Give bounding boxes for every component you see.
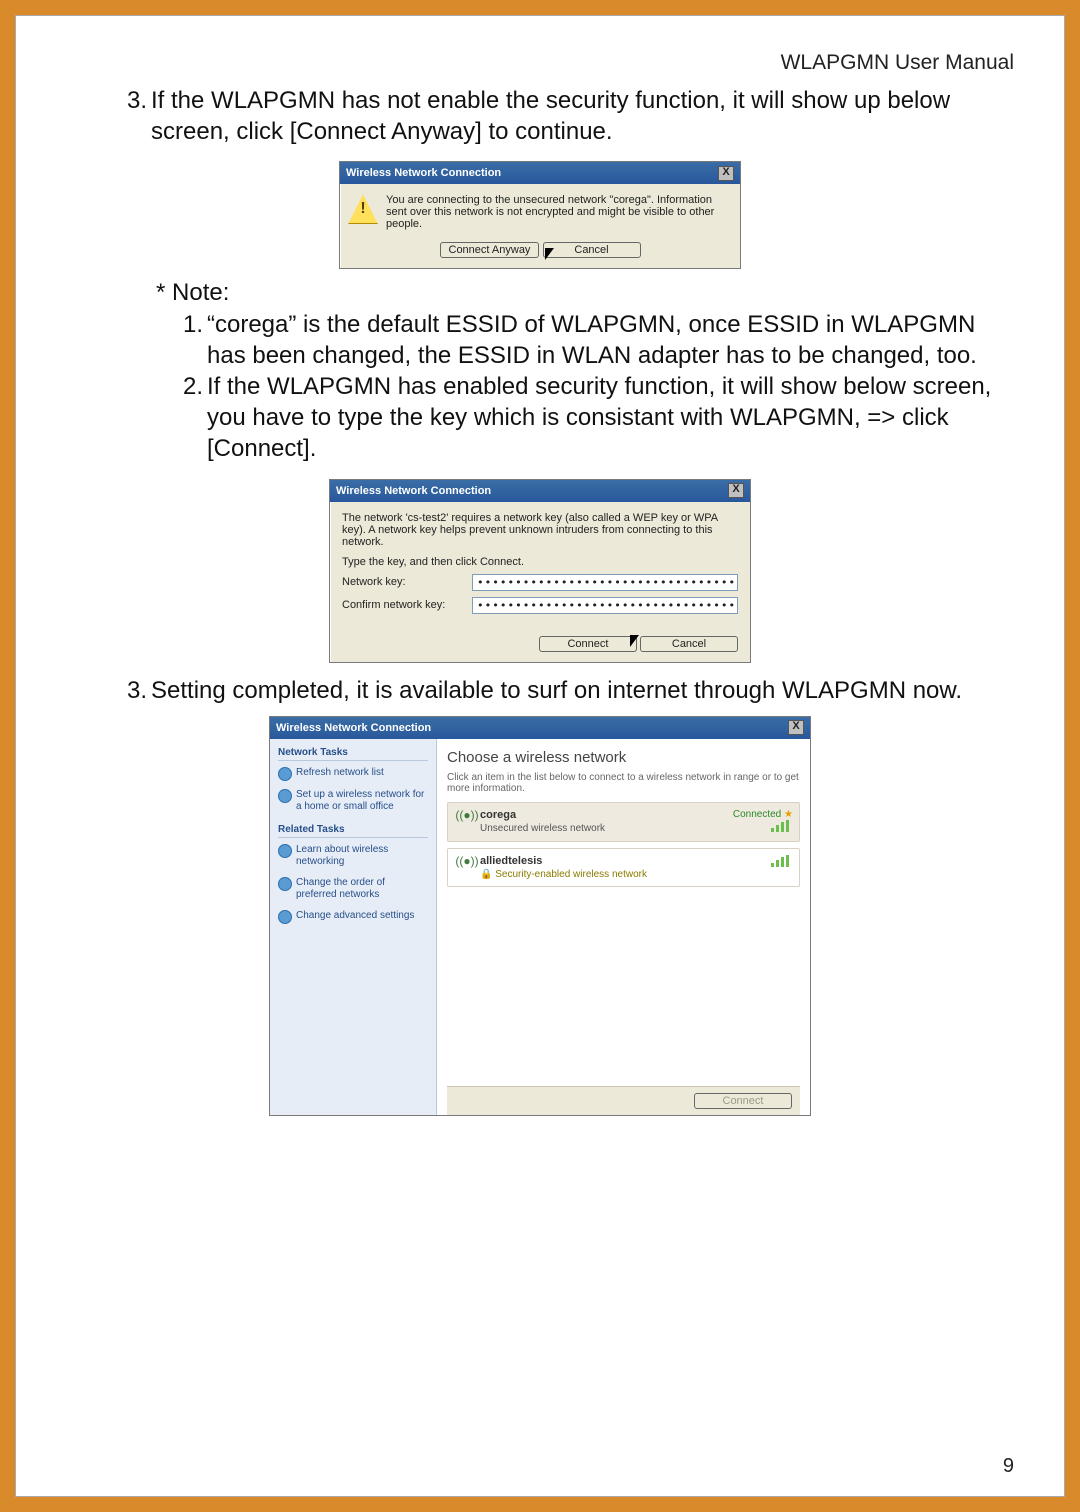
page-number: 9 xyxy=(1003,1455,1014,1478)
cancel-button[interactable]: Cancel xyxy=(543,242,641,258)
list-text: Setting completed, it is available to su… xyxy=(151,675,1019,706)
step-3-bottom: 3. Setting completed, it is available to… xyxy=(117,675,1019,706)
signal-icon xyxy=(771,820,793,832)
dialog-footer: Connect xyxy=(447,1086,800,1115)
network-type: Unsecured wireless network xyxy=(480,823,733,834)
list-text: If the WLAPGMN has not enable the securi… xyxy=(151,85,1019,147)
antenna-icon: ((●)) xyxy=(454,809,480,821)
info-icon xyxy=(278,844,292,858)
sidebar-item-setup[interactable]: Set up a wireless network for a home or … xyxy=(278,789,428,814)
dialog-choose-network: Wireless Network Connection X Network Ta… xyxy=(269,716,811,1116)
close-icon[interactable]: X xyxy=(718,166,734,181)
sidebar-item-label: Change the order of preferred networks xyxy=(296,877,428,902)
signal-icon xyxy=(771,855,793,867)
list-text: If the WLAPGMN has enabled security func… xyxy=(207,371,1019,465)
order-icon xyxy=(278,877,292,891)
connect-button[interactable]: Connect xyxy=(694,1093,792,1109)
dialog-titlebar: Wireless Network Connection X xyxy=(330,480,750,502)
dialog-titlebar: Wireless Network Connection X xyxy=(270,717,810,739)
connect-button[interactable]: Connect xyxy=(539,636,637,652)
sidebar-item-label: Set up a wireless network for a home or … xyxy=(296,789,428,814)
page-header: WLAPGMN User Manual xyxy=(61,51,1014,75)
close-icon[interactable]: X xyxy=(728,483,744,498)
list-number: 2. xyxy=(173,371,207,465)
dialog-message: The network 'cs-test2' requires a networ… xyxy=(342,512,738,548)
settings-icon xyxy=(278,910,292,924)
manual-page: WLAPGMN User Manual 3. If the WLAPGMN ha… xyxy=(15,15,1065,1497)
setup-icon xyxy=(278,789,292,803)
sidebar-item-label: Learn about wireless networking xyxy=(296,844,428,869)
cancel-button[interactable]: Cancel xyxy=(640,636,738,652)
sidebar-item-refresh[interactable]: Refresh network list xyxy=(278,767,428,781)
network-item[interactable]: ((●))corega Unsecured wireless networkCon… xyxy=(447,802,800,842)
list-number: 3. xyxy=(117,675,151,706)
sidebar-item-order[interactable]: Change the order of preferred networks xyxy=(278,877,428,902)
note-item-1: 1. “corega” is the default ESSID of WLAP… xyxy=(173,309,1019,371)
network-type: 🔒 Security-enabled wireless network xyxy=(480,869,771,880)
network-status-area: Connected ★ xyxy=(733,809,793,835)
confirm-key-input[interactable]: ••••••••••••••••••••••••••••••••••••• xyxy=(472,597,738,614)
warning-icon xyxy=(348,194,378,224)
network-list: ((●))coregaUnsecured wireless networkCon… xyxy=(447,802,800,893)
sidebar-item-label: Refresh network list xyxy=(296,767,384,780)
list-number: 1. xyxy=(173,309,207,371)
sidebar-section-network-tasks: Network Tasks xyxy=(278,747,428,761)
list-text: “corega” is the default ESSID of WLAPGMN… xyxy=(207,309,1019,371)
dialog-instruction: Type the key, and then click Connect. xyxy=(342,556,738,568)
sidebar-item-adv[interactable]: Change advanced settings xyxy=(278,910,428,924)
dialog-title: Wireless Network Connection xyxy=(346,167,501,179)
close-icon[interactable]: X xyxy=(788,720,804,735)
sidebar-item-learn[interactable]: Learn about wireless networking xyxy=(278,844,428,869)
connect-anyway-button[interactable]: Connect Anyway xyxy=(440,242,540,258)
dialog-unsecured-warning: Wireless Network Connection X You are co… xyxy=(339,161,741,269)
network-name: corega xyxy=(480,809,733,821)
network-status-area xyxy=(771,855,793,870)
dialog-message: You are connecting to the unsecured netw… xyxy=(386,194,732,230)
main-subtext: Click an item in the list below to conne… xyxy=(447,772,800,794)
network-key-input[interactable]: ••••••••••••••••••••••••••••••••••••• xyxy=(472,574,738,591)
dialog-titlebar: Wireless Network Connection X xyxy=(340,162,740,184)
network-name: alliedtelesis xyxy=(480,855,771,867)
page-content: WLAPGMN User Manual 3. If the WLAPGMN ha… xyxy=(61,51,1019,1471)
sidebar-section-related-tasks: Related Tasks xyxy=(278,824,428,838)
note-label: * Note: xyxy=(156,277,1019,308)
step-3-top: 3. If the WLAPGMN has not enable the sec… xyxy=(117,85,1019,147)
dialog-title: Wireless Network Connection xyxy=(336,485,491,497)
confirm-key-label: Confirm network key: xyxy=(342,599,472,611)
main-panel: Choose a wireless network Click an item … xyxy=(437,739,810,1115)
dialog-title: Wireless Network Connection xyxy=(276,722,431,734)
dialog-network-key: Wireless Network Connection X The networ… xyxy=(329,479,751,663)
note-item-2: 2. If the WLAPGMN has enabled security f… xyxy=(173,371,1019,465)
antenna-icon: ((●)) xyxy=(454,855,480,867)
main-heading: Choose a wireless network xyxy=(447,749,800,766)
sidebar-item-label: Change advanced settings xyxy=(296,910,414,923)
network-item[interactable]: ((●))alliedtelesis 🔒 Security-enabled wir… xyxy=(447,848,800,887)
list-number: 3. xyxy=(117,85,151,147)
refresh-icon xyxy=(278,767,292,781)
sidebar: Network Tasks Refresh network list Set u… xyxy=(270,739,437,1115)
network-key-label: Network key: xyxy=(342,576,472,588)
